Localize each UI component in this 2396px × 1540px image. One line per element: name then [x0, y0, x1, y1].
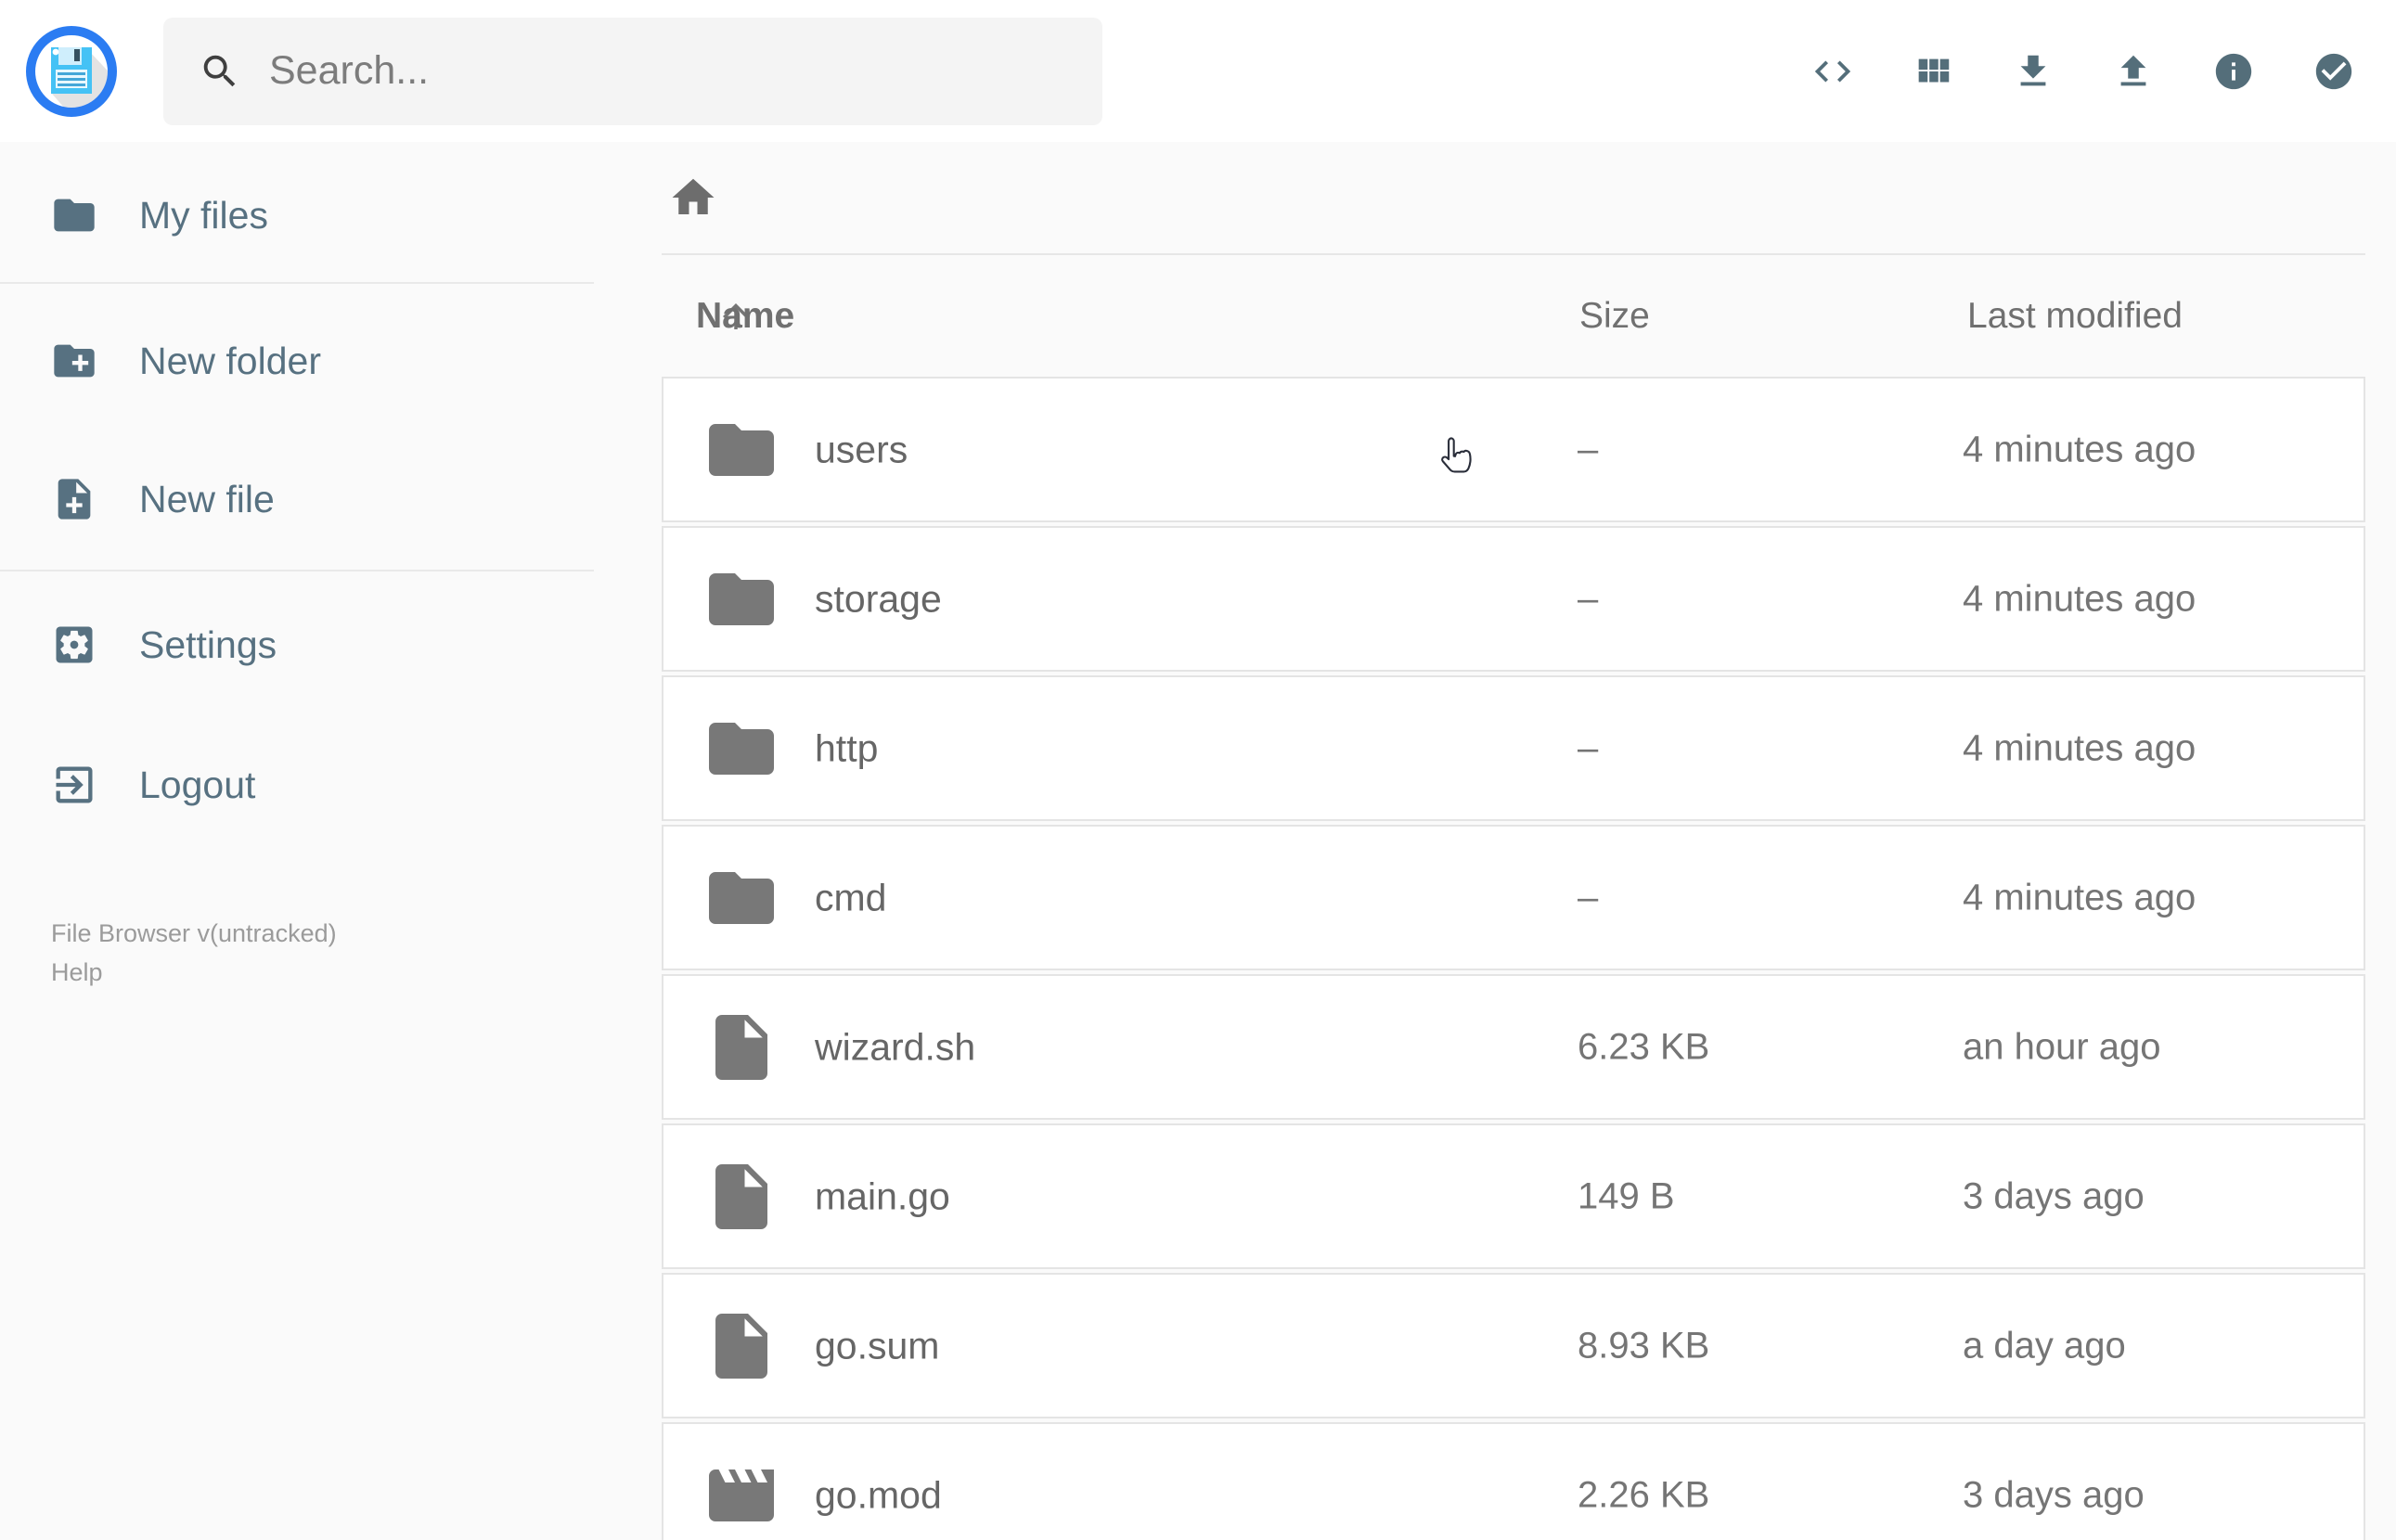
file-row[interactable]: cmd – 4 minutes ago: [662, 825, 2365, 970]
file-name: users: [815, 428, 908, 470]
column-header-name[interactable]: Name: [696, 296, 794, 336]
listing-rows: users – 4 minutes ago storage – 4 minute…: [662, 377, 2365, 1540]
file-size: 2.26 KB: [1578, 1474, 1710, 1515]
sidebar-item-label: New file: [139, 477, 275, 520]
sidebar-item-label: Logout: [139, 763, 256, 806]
filebrowser-logo[interactable]: [24, 19, 119, 123]
sidebar-item-label: New folder: [139, 339, 321, 382]
download-icon[interactable]: [2012, 50, 2055, 93]
file-type-icon: [702, 1307, 780, 1385]
file-name: go.mod: [815, 1473, 942, 1516]
header-bar: Search...: [0, 0, 2396, 142]
sidebar-item-my-files[interactable]: My files: [0, 169, 594, 262]
file-modified: 3 days ago: [1963, 1474, 2145, 1515]
sidebar-footer: File Browser v(untracked) Help: [51, 917, 594, 989]
file-size: 8.93 KB: [1578, 1325, 1710, 1366]
file-type-icon: [702, 560, 780, 638]
file-modified: 4 minutes ago: [1963, 429, 2196, 469]
file-modified: 3 days ago: [1963, 1175, 2145, 1216]
file-type-icon: [702, 859, 780, 937]
column-header-modified[interactable]: Last modified: [1967, 296, 2183, 337]
file-row[interactable]: http – 4 minutes ago: [662, 675, 2365, 821]
search-placeholder: Search...: [269, 48, 430, 93]
file-row[interactable]: go.sum 8.93 KB a day ago: [662, 1273, 2365, 1418]
file-row[interactable]: storage – 4 minutes ago: [662, 526, 2365, 672]
sidebar: My files New folder New file Settings Lo…: [0, 142, 594, 1540]
file-type-icon: [702, 1158, 780, 1236]
file-name: go.sum: [815, 1324, 940, 1367]
sidebar-item-settings[interactable]: Settings: [0, 598, 594, 691]
sidebar-divider: [0, 282, 594, 284]
sidebar-item-label: Settings: [139, 622, 277, 666]
home-icon[interactable]: [668, 173, 718, 223]
file-type-icon: [702, 710, 780, 788]
file-size: –: [1578, 578, 1599, 619]
file-modified: 4 minutes ago: [1963, 578, 2196, 619]
header-actions: [1811, 50, 2355, 93]
sidebar-divider: [0, 570, 594, 571]
folder-icon: [50, 191, 98, 239]
file-name: wizard.sh: [815, 1025, 976, 1068]
new-file-icon: [50, 475, 98, 523]
settings-icon: [50, 621, 98, 669]
file-row[interactable]: go.mod 2.26 KB 3 days ago: [662, 1422, 2365, 1540]
file-size: –: [1578, 877, 1599, 918]
logout-icon: [50, 761, 98, 809]
sidebar-item-new-folder[interactable]: New folder: [0, 314, 594, 407]
version-link[interactable]: File Browser v(untracked): [51, 919, 337, 947]
upload-icon[interactable]: [2112, 50, 2155, 93]
info-icon[interactable]: [2212, 50, 2255, 93]
file-size: 149 B: [1578, 1175, 1675, 1216]
file-listing: Name Size Last modified users – 4 minute…: [594, 142, 2396, 1540]
file-name: http: [815, 726, 879, 769]
file-type-icon: [702, 411, 780, 489]
file-row[interactable]: wizard.sh 6.23 KB an hour ago: [662, 974, 2365, 1120]
file-size: –: [1578, 429, 1599, 469]
file-size: –: [1578, 727, 1599, 768]
listing-header: Name Size Last modified: [662, 255, 2365, 377]
sidebar-item-logout[interactable]: Logout: [0, 738, 594, 831]
sidebar-item-new-file[interactable]: New file: [0, 453, 594, 545]
new-folder-icon: [50, 337, 98, 385]
code-icon[interactable]: [1811, 50, 1854, 93]
sidebar-item-label: My files: [139, 193, 268, 237]
grid-view-icon[interactable]: [1912, 50, 1954, 93]
file-modified: a day ago: [1963, 1325, 2126, 1366]
file-modified: an hour ago: [1963, 1026, 2161, 1067]
breadcrumb: [662, 142, 2365, 253]
column-name-label: Name: [696, 295, 795, 336]
search-input[interactable]: Search...: [163, 17, 1102, 125]
check-circle-icon[interactable]: [2312, 50, 2355, 93]
filebrowser-app: Search... My files New folder New file S…: [0, 0, 2396, 1540]
file-size: 6.23 KB: [1578, 1026, 1710, 1067]
help-link[interactable]: Help: [51, 956, 594, 989]
file-type-icon: [702, 1457, 780, 1534]
file-name: cmd: [815, 876, 887, 918]
file-name: storage: [815, 577, 942, 620]
file-type-icon: [702, 1008, 780, 1086]
file-row[interactable]: main.go 149 B 3 days ago: [662, 1123, 2365, 1269]
search-icon: [199, 50, 241, 93]
file-modified: 4 minutes ago: [1963, 727, 2196, 768]
content-area: My files New folder New file Settings Lo…: [0, 142, 2396, 1540]
file-name: main.go: [815, 1174, 950, 1217]
file-row[interactable]: users – 4 minutes ago: [662, 377, 2365, 522]
column-header-size[interactable]: Size: [1579, 296, 1650, 337]
file-modified: 4 minutes ago: [1963, 877, 2196, 918]
